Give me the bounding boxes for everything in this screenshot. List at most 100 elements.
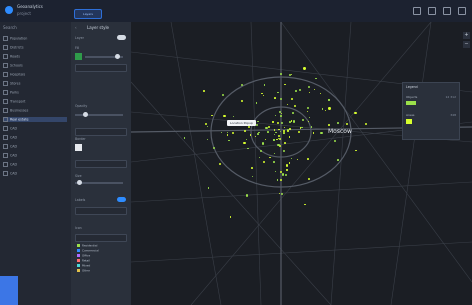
user-icon[interactable]	[458, 7, 466, 15]
checkbox-icon[interactable]	[3, 81, 8, 86]
legend-item[interactable]: Other	[77, 269, 90, 273]
fill-slider[interactable]	[85, 54, 123, 59]
map-poi-marker[interactable]	[284, 173, 287, 177]
fill-color-swatch[interactable]	[75, 53, 82, 60]
map-poi-marker[interactable]	[292, 120, 296, 123]
map-poi-marker[interactable]	[301, 118, 304, 121]
checkbox-icon[interactable]	[3, 171, 8, 176]
monitor-icon[interactable]	[413, 7, 421, 15]
map-poi-marker[interactable]	[299, 127, 301, 129]
sidebar-search[interactable]: Search	[3, 25, 17, 30]
map-poi-marker[interactable]	[273, 134, 275, 136]
map-poi-marker[interactable]	[223, 115, 226, 118]
back-icon[interactable]: ‹	[75, 25, 77, 30]
border-color-swatch[interactable]	[75, 144, 82, 151]
map-poi-marker[interactable]	[211, 114, 213, 116]
checkbox-icon[interactable]	[3, 45, 8, 50]
map-poi-marker[interactable]	[324, 110, 326, 112]
map-poi-marker[interactable]	[286, 169, 288, 171]
map-poi-marker[interactable]	[319, 92, 321, 94]
map-poi-marker[interactable]	[287, 130, 289, 132]
checkbox-icon[interactable]	[3, 54, 8, 59]
map-poi-marker[interactable]	[245, 138, 247, 140]
map-poi-marker[interactable]	[327, 124, 330, 126]
checkbox-icon[interactable]	[3, 99, 8, 104]
layers-chip[interactable]: Layers	[74, 9, 102, 19]
legend-item[interactable]: Retail	[77, 259, 90, 263]
sidebar-item[interactable]: Hospitals	[3, 72, 67, 77]
checkbox-icon[interactable]	[3, 108, 8, 113]
checkbox-icon[interactable]	[3, 126, 8, 131]
map-poi-marker[interactable]	[267, 126, 270, 128]
checkbox-icon[interactable]	[3, 63, 8, 68]
map-poi-marker[interactable]	[280, 170, 283, 173]
map-poi-marker[interactable]	[277, 137, 279, 140]
legend-item[interactable]: Residential	[77, 244, 97, 248]
map-poi-marker[interactable]	[255, 102, 258, 104]
sidebar-item[interactable]: Schools	[3, 63, 67, 68]
map-poi-marker[interactable]	[267, 131, 270, 133]
labels-toggle[interactable]	[117, 197, 126, 202]
sidebar-item[interactable]: CAD	[3, 153, 67, 158]
map-poi-marker[interactable]	[279, 115, 282, 117]
map-poi-marker[interactable]	[229, 216, 231, 218]
map-poi-marker[interactable]	[355, 149, 357, 152]
legend-item[interactable]: Commercial	[77, 249, 99, 253]
sidebar-item[interactable]: Stores	[3, 81, 67, 86]
map-poi-marker[interactable]	[218, 162, 221, 166]
map-poi-marker[interactable]	[290, 157, 292, 159]
map-poi-marker[interactable]	[269, 156, 271, 159]
map-poi-marker[interactable]	[247, 126, 250, 129]
checkbox-icon[interactable]	[3, 72, 8, 77]
layer-toggle[interactable]	[117, 35, 126, 40]
settings-icon[interactable]	[443, 7, 451, 15]
legend-item[interactable]: Mixed	[77, 264, 90, 268]
map-poi-marker[interactable]	[306, 158, 309, 160]
sidebar-item[interactable]: Population	[3, 36, 67, 41]
map-poi-marker[interactable]	[308, 91, 311, 93]
map-poi-marker[interactable]	[312, 132, 315, 134]
opacity-slider[interactable]	[75, 112, 123, 117]
map-poi-marker[interactable]	[261, 142, 265, 145]
sidebar-item[interactable]: CAD	[3, 135, 67, 140]
map-poi-marker[interactable]	[303, 67, 306, 70]
map-poi-marker[interactable]	[260, 92, 263, 95]
map-poi-marker[interactable]	[256, 132, 259, 135]
sidebar-item[interactable]: CAD	[3, 144, 67, 149]
map-poi-marker[interactable]	[283, 142, 286, 145]
map-poi-marker[interactable]	[354, 111, 357, 115]
project-name[interactable]: project	[17, 11, 31, 16]
map-poi-marker[interactable]	[308, 116, 310, 119]
size-slider[interactable]	[75, 180, 123, 185]
sidebar-item[interactable]: Real estate	[3, 117, 67, 122]
map-poi-marker[interactable]	[293, 105, 296, 108]
icon-field[interactable]	[75, 234, 127, 242]
checkbox-icon[interactable]	[3, 144, 8, 149]
map-poi-marker[interactable]	[251, 166, 253, 169]
map-poi-marker[interactable]	[272, 160, 275, 163]
map-poi-marker[interactable]	[258, 156, 260, 159]
map-poi-marker[interactable]	[328, 99, 330, 101]
map-poi-marker[interactable]	[212, 146, 216, 149]
opacity-field[interactable]	[75, 128, 127, 136]
fill-field[interactable]	[75, 64, 127, 72]
map-poi-marker[interactable]	[283, 130, 285, 132]
map-poi-marker[interactable]	[328, 107, 331, 110]
checkbox-icon[interactable]	[3, 162, 8, 167]
checkbox-icon[interactable]	[3, 135, 8, 140]
checkbox-icon[interactable]	[3, 117, 8, 122]
sidebar-item[interactable]: Districts	[3, 45, 67, 50]
map-poi-marker[interactable]	[295, 89, 298, 92]
map-poi-marker[interactable]	[298, 88, 301, 91]
map-poi-marker[interactable]	[281, 173, 284, 176]
sidebar-item[interactable]: Transport	[3, 99, 67, 104]
map-poi-marker[interactable]	[290, 97, 293, 100]
checkbox-icon[interactable]	[3, 153, 8, 158]
map-poi-marker[interactable]	[203, 90, 205, 93]
zoom-in-button[interactable]: +	[463, 32, 470, 39]
labels-field[interactable]	[75, 207, 127, 215]
map-poi-marker[interactable]	[245, 194, 249, 197]
map-poi-marker[interactable]	[276, 121, 279, 125]
sidebar-item[interactable]: CAD	[3, 162, 67, 167]
map-poi-marker[interactable]	[243, 141, 246, 144]
